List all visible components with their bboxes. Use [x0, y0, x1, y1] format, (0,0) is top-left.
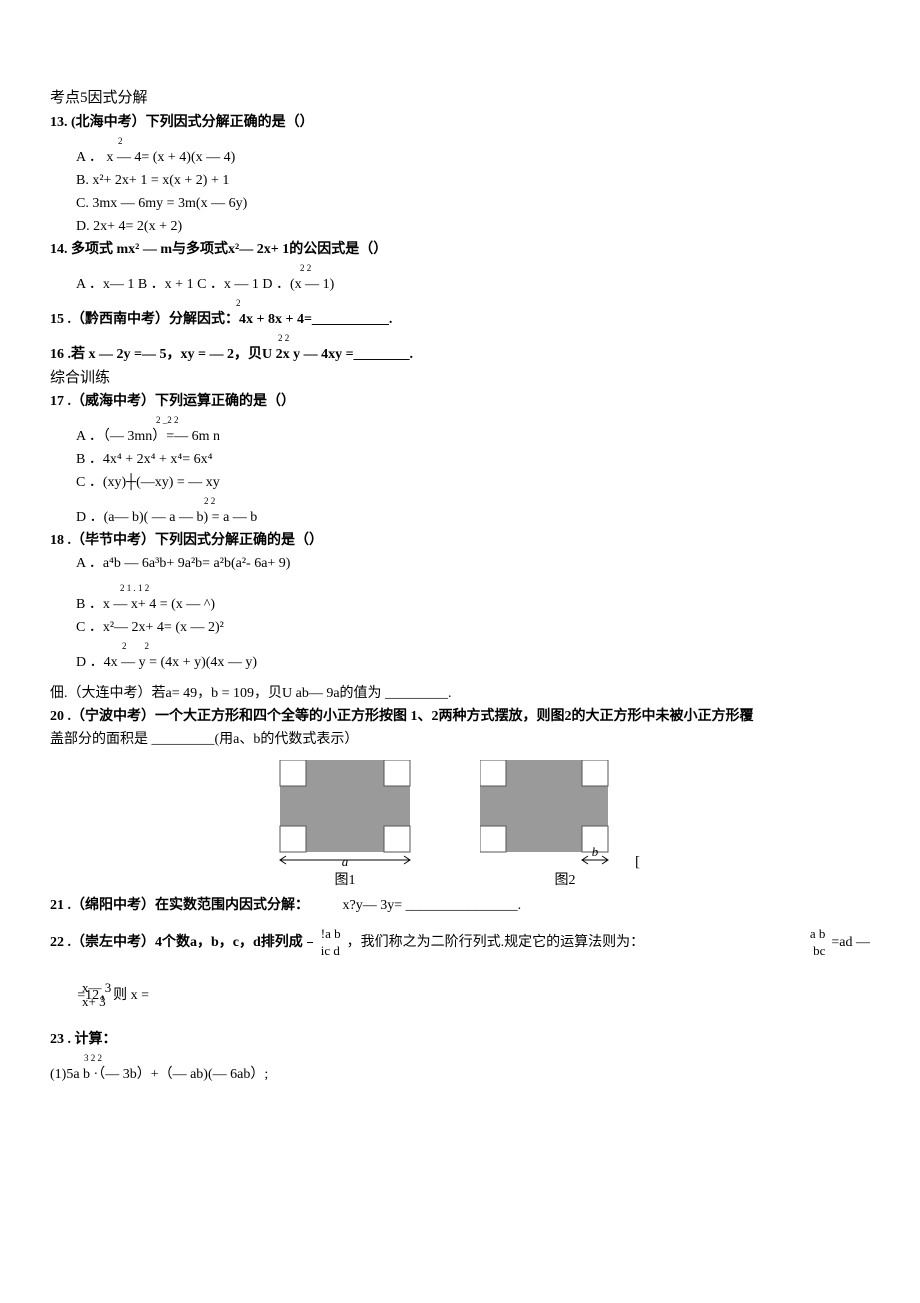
- q19-line: 佃.（大连中考）若a= 49，b = 109，贝U ab— 9a的值为 ____…: [50, 683, 870, 704]
- q13-opt-b: B. x²+ 2x+ 1 = x(x + 2) + 1: [76, 170, 870, 191]
- q23-sup: 3 2 2: [50, 1052, 870, 1062]
- q16-line: 16 .若 x — 2y =— 5，xy = — 2，贝U 2x y — 4xy…: [50, 344, 870, 365]
- q22-matrix2: a b bc: [806, 926, 830, 960]
- q22-line: 22 .（崇左中考）4个数a，b，c，d排列成 !a b ic d ，我们称之为…: [50, 926, 870, 960]
- figure-2-svg: b [: [480, 760, 650, 870]
- q17-stem: 17 .（威海中考）下列运算正确的是（）: [50, 391, 870, 412]
- q18-stem: 18 .（毕节中考）下列因式分解正确的是（）: [50, 530, 870, 551]
- q17-d-sup: 2 2: [76, 495, 870, 505]
- q13-opt-a: A ． x — 4= (x + 4)(x — 4): [76, 147, 870, 168]
- q17-opt-c: C ．(xy)┼(—xy) = — xy: [76, 472, 870, 493]
- q14-sup: 2 2: [76, 262, 870, 272]
- fig2-caption: 图2: [480, 870, 650, 891]
- q22-eq-rhs: =12，则 x =: [77, 985, 149, 1006]
- q22-mid: ，我们称之为二阶行列式.规定它的运算法则为：: [347, 932, 645, 953]
- q22-pre: 22 .（崇左中考）4个数a，b，c，d排列成: [50, 932, 303, 953]
- q14-stem: 14. 多项式 mx² — m与多项式x²— 2x+ 1的公因式是（）: [50, 239, 870, 260]
- q15-sup: 2: [50, 297, 870, 307]
- q21-pre: 21 .（绵阳中考）在实数范围内因式分解：: [50, 898, 309, 913]
- q14-options: A ．x— 1 B ．x + 1 C ．x — 1 D ．(x — 1): [76, 274, 870, 295]
- section-5-title: 考点5因式分解: [50, 87, 870, 110]
- q16-sup: 2 2: [50, 332, 870, 342]
- section-zh-title: 综合训练: [50, 367, 870, 390]
- fig1-label-a: a: [342, 854, 349, 869]
- fig1-caption: 图1: [270, 870, 420, 891]
- q18-opt-d: D ．4x — y = (4x + y)(4x — y): [76, 652, 870, 673]
- q20-line2: 盖部分的面积是 _________(用a、b的代数式表示）: [50, 729, 870, 750]
- q17-opt-a: A ．（— 3mn）=— 6m n: [76, 426, 870, 447]
- q17-opt-b: B ．4x⁴ + 2x⁴ + x⁴= 6x⁴: [76, 449, 870, 470]
- q22-eq: x— 3 x+ 3 =12，则 x =: [50, 978, 870, 1010]
- q18-d-sup: 2 2: [76, 640, 870, 650]
- q18-b-sup: 2 1 . 1 2: [76, 582, 870, 592]
- q13-opt-d: D. 2x+ 4= 2(x + 2): [76, 216, 870, 237]
- figure-row: a 图1 b [ 图2: [50, 760, 870, 891]
- q13-a-sup: 2: [76, 135, 870, 145]
- figure-1: a 图1: [270, 760, 420, 891]
- q17-a-sup: 2 _2 2: [76, 414, 870, 424]
- figure-1-svg: a: [270, 760, 420, 870]
- q18-opt-a: A ．a⁴b — 6a³b+ 9a²b= a²b(a²- 6a+ 9): [76, 553, 870, 574]
- q15-line: 15 .（黔西南中考）分解因式：4x + 8x + 4=___________.: [50, 309, 870, 330]
- q20-line1: 20 .（宁波中考）一个大正方形和四个全等的小正方形按图 1、2两种方式摆放，则…: [50, 706, 870, 727]
- q21-line: 21 .（绵阳中考）在实数范围内因式分解： x?y— 3y= _________…: [50, 895, 870, 916]
- fig2-label-b: b: [592, 844, 599, 859]
- q23-line: (1)5a b ·（— 3b）+（— ab)(— 6ab）;: [50, 1064, 870, 1085]
- figure-2: b [ 图2: [480, 760, 650, 891]
- q23-stem: 23 . 计算：: [50, 1029, 870, 1050]
- q21-expr: x?y— 3y= ________________.: [343, 898, 522, 913]
- q13-opt-c: C. 3mx — 6my = 3m(x — 6y): [76, 193, 870, 214]
- fig2-bracket: [: [635, 854, 640, 870]
- q22-gap: [307, 942, 313, 943]
- q17-opt-d: D ．(a— b)( — a — b) = a — b: [76, 507, 870, 528]
- q22-matrix1: !a b ic d: [317, 926, 345, 960]
- q18-opt-b: B ．x — x+ 4 = (x — ^): [76, 594, 870, 615]
- q22-after: =ad —: [831, 932, 870, 953]
- q13-stem: 13. (北海中考）下列因式分解正确的是（）: [50, 112, 870, 133]
- q18-opt-c: C ．x²— 2x+ 4= (x — 2)²: [76, 617, 870, 638]
